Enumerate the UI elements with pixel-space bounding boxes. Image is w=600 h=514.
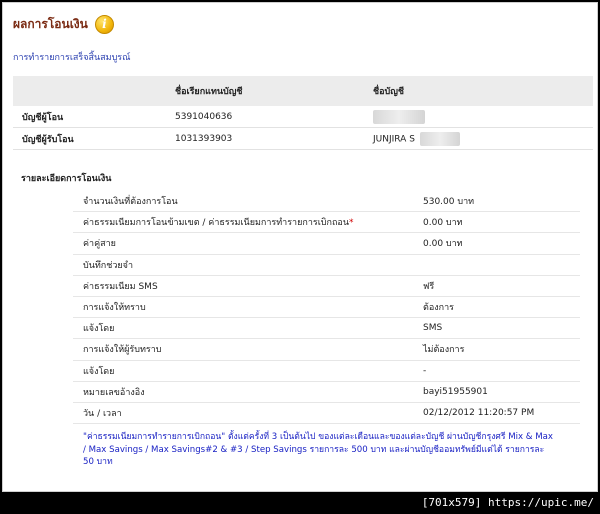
detail-value: ไม่ต้องการ [423,345,465,356]
title-row: ผลการโอนเงิน i [13,13,114,35]
detail-value: bayi51955901 [423,386,488,397]
detail-label: การแจ้งให้ทราบ [83,303,146,314]
list-item: จำนวนเงินที่ต้องการโอน 530.00 บาท [73,191,580,213]
list-item: ค่าธรรมเนียมการโอนข้ามเขต / ค่าธรรมเนียม… [73,212,580,234]
list-item: วัน / เวลา 02/12/2012 11:20:57 PM [73,403,580,425]
detail-label: บันทึกช่วยจำ [83,260,134,271]
account-table: ชื่อเรียกแทนบัญชี ชื่อบัญชี บัญชีผู้โอน … [13,76,593,150]
image-size-watermark: [701x579] https://upic.me/ [421,496,594,509]
column-header-alias: ชื่อเรียกแทนบัญชี [175,87,243,97]
detail-value: ฟรี [423,281,435,292]
page-title: ผลการโอนเงิน [13,16,88,31]
detail-value: SMS [423,323,443,334]
detail-value: 02/12/2012 11:20:57 PM [423,407,535,418]
detail-label-cell: ค่าธรรมเนียมการโอนข้ามเขต / ค่าธรรมเนียม… [73,215,423,229]
detail-heading: รายละเอียดการโอนเงิน [21,174,112,184]
detail-label: ค่าธรรมเนียม SMS [83,281,158,292]
list-item: ค่าคู่สาย 0.00 บาท [73,233,580,255]
account-name-cell [373,109,593,124]
fee-footnote: "ค่าธรรมเนียมการทำรายการเบิกถอน" ตั้งแต่… [83,432,554,467]
detail-value: 0.00 บาท [423,218,463,229]
list-item: หมายเลขอ้างอิง bayi51955901 [73,382,580,403]
table-row: บัญชีผู้โอน 5391040636 [13,106,593,128]
transfer-result-panel: ผลการโอนเงิน i การทำรายการเสร็จสิ้นสมบูร… [2,2,598,492]
info-icon[interactable]: i [94,14,114,34]
account-name: JUNJIRA S [373,134,415,144]
list-item: แจ้งโดย SMS [73,318,580,340]
detail-label: ค่าธรรมเนียมการโอนข้ามเขต / ค่าธรรมเนียม… [83,218,349,229]
row-label: บัญชีผู้โอน [22,112,64,123]
detail-label: ค่าคู่สาย [83,239,116,250]
list-item: แจ้งโดย - [73,361,580,382]
detail-table: จำนวนเงินที่ต้องการโอน 530.00 บาท ค่าธรร… [73,191,580,425]
list-item: การแจ้งให้ผู้รับทราบ ไม่ต้องการ [73,339,580,361]
detail-label: วัน / เวลา [83,408,122,419]
detail-value: ต้องการ [423,303,454,314]
account-table-header: ชื่อเรียกแทนบัญชี ชื่อบัญชี [13,76,593,106]
detail-value: 530.00 บาท [423,197,475,208]
account-name-cell: JUNJIRA S [373,131,593,146]
list-item: ค่าธรรมเนียม SMS ฟรี [73,276,580,297]
detail-value: - [423,365,427,376]
table-row: บัญชีผู้รับโอน 1031393903 JUNJIRA S [13,128,593,150]
detail-label: การแจ้งให้ผู้รับทราบ [83,345,162,356]
redacted-name-blur [419,131,460,146]
account-alias: 1031393903 [175,133,233,144]
row-label: บัญชีผู้รับโอน [22,134,74,145]
detail-label: หมายเลขอ้างอิง [83,387,145,398]
column-header-name: ชื่อบัญชี [373,87,405,97]
redacted-name-blur [373,109,425,124]
list-item: การแจ้งให้ทราบ ต้องการ [73,297,580,319]
detail-label: จำนวนเงินที่ต้องการโอน [83,197,178,208]
detail-label: แจ้งโดย [83,324,115,335]
status-message: การทำรายการเสร็จสิ้นสมบูรณ์ [13,53,131,63]
required-mark: * [348,218,354,229]
detail-label: แจ้งโดย [83,366,115,377]
detail-value: 0.00 บาท [423,239,463,250]
account-alias: 5391040636 [175,111,233,122]
list-item: บันทึกช่วยจำ [73,255,580,276]
